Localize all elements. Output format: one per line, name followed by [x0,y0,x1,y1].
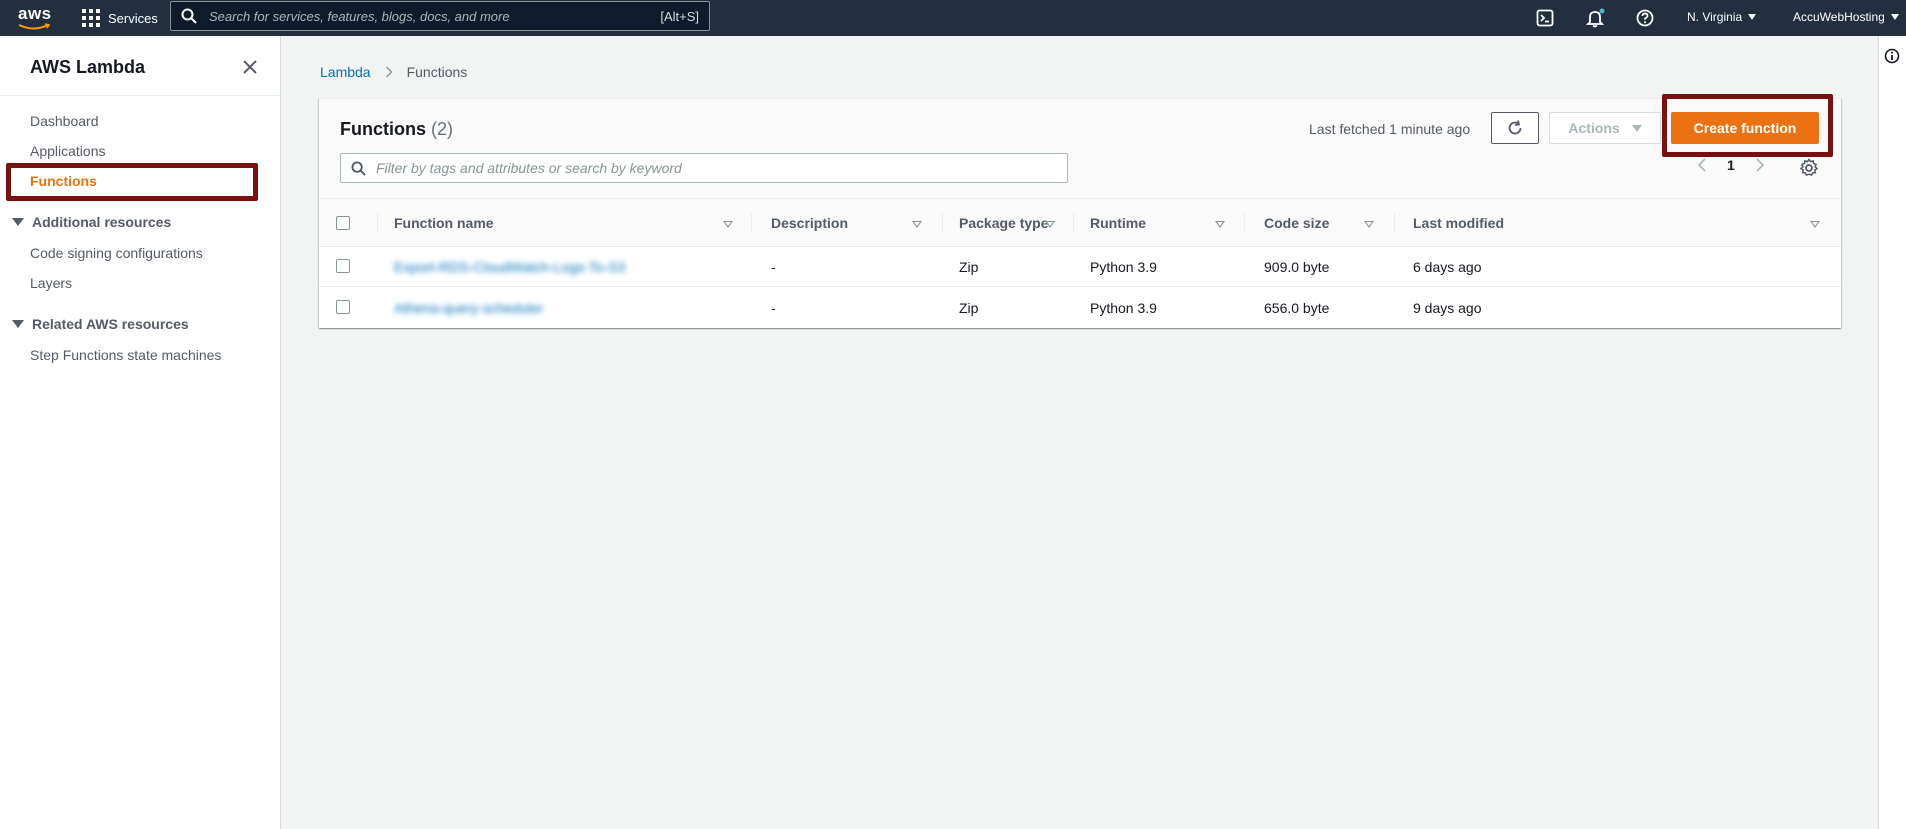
region-selector[interactable]: N. Virginia [1687,0,1757,33]
refresh-icon [1508,120,1522,135]
table-row[interactable]: Athena-query-scheduler - Zip Python 3.9 … [319,288,1841,328]
search-icon [181,8,197,24]
sort-icon[interactable] [1215,221,1225,228]
caret-down-icon [12,218,24,226]
account-menu[interactable]: AccuWebHosting [1793,0,1899,33]
page-title-text: Functions [340,119,426,139]
cloudshell-icon[interactable] [1533,6,1557,30]
chevron-right-icon[interactable] [1755,158,1765,172]
breadcrumb: Lambda Functions [320,64,467,80]
last-modified-cell: 6 days ago [1413,259,1482,275]
runtime-cell: Python 3.9 [1090,300,1157,316]
refresh-button[interactable] [1491,112,1539,144]
column-header-function-name[interactable]: Function name [394,199,494,247]
caret-down-icon [12,320,24,328]
sort-icon[interactable] [912,221,922,228]
filter-placeholder: Filter by tags and attributes or search … [376,160,682,176]
actions-label: Actions [1568,120,1620,136]
sort-icon[interactable] [723,221,733,228]
help-icon[interactable] [1633,6,1657,30]
services-menu-button[interactable]: Services [82,0,158,36]
table-row[interactable]: Export-RDS-CloudWatch-Logs-To-S3 - Zip P… [319,247,1841,287]
sidebar-item-applications[interactable]: Applications [30,143,106,159]
column-separator [1073,213,1074,233]
caret-down-icon [1631,124,1642,132]
function-name-link[interactable]: Athena-query-scheduler [394,300,543,316]
highlight-box-create-function [1662,94,1833,157]
sidebar-divider [0,95,280,96]
function-count: (2) [431,119,454,139]
bell-icon[interactable] [1583,6,1607,30]
column-header-code-size[interactable]: Code size [1264,199,1329,247]
search-shortcut: [Alt+S] [660,8,699,24]
panel-header: Functions (2) Last fetched 1 minute ago … [319,99,1841,199]
function-name-link[interactable]: Export-RDS-CloudWatch-Logs-To-S3 [394,259,625,275]
description-cell: - [771,300,776,316]
services-label: Services [108,10,158,26]
package-type-cell: Zip [959,259,979,275]
gear-icon[interactable] [1799,158,1819,178]
info-icon[interactable] [1884,48,1900,64]
aws-smile-icon [18,23,50,30]
row-checkbox[interactable] [336,300,350,314]
column-separator [942,213,943,233]
section-label: Related AWS resources [32,316,189,332]
caret-down-icon [1890,13,1899,20]
chevron-right-icon [385,66,393,78]
help-panel-strip [1878,36,1906,829]
search-placeholder: Search for services, features, blogs, do… [209,8,510,24]
section-label: Additional resources [32,214,172,230]
caret-down-icon [1748,13,1757,20]
section-additional-resources[interactable]: Additional resources [12,214,171,230]
top-navigation: aws Services Search for services, featur… [0,0,1906,36]
pagination: 1 [1697,157,1765,173]
actions-dropdown-button[interactable]: Actions [1549,112,1661,144]
sort-icon[interactable] [1364,221,1374,228]
code-size-cell: 656.0 byte [1264,300,1330,316]
highlight-box-functions [6,163,258,201]
column-header-description[interactable]: Description [771,199,848,247]
filter-input[interactable]: Filter by tags and attributes or search … [340,153,1068,183]
breadcrumb-lambda-link[interactable]: Lambda [320,64,371,80]
runtime-cell: Python 3.9 [1090,259,1157,275]
sidebar-item-layers[interactable]: Layers [30,275,72,291]
sidebar-item-dashboard[interactable]: Dashboard [30,113,99,129]
sort-icon[interactable] [1810,221,1820,228]
chevron-left-icon[interactable] [1697,158,1707,172]
description-cell: - [771,259,776,275]
region-label: N. Virginia [1687,9,1743,24]
aws-logo-text: aws [18,4,52,23]
aws-logo[interactable]: aws [16,4,52,32]
grid-icon [82,9,100,27]
column-header-last-modified[interactable]: Last modified [1413,199,1504,247]
section-related-aws-resources[interactable]: Related AWS resources [12,316,189,332]
select-all-checkbox[interactable] [336,216,350,230]
page-title: Functions (2) [340,119,453,140]
sidebar-item-code-signing[interactable]: Code signing configurations [30,245,203,261]
row-checkbox[interactable] [336,259,350,273]
column-separator [1394,213,1395,233]
sort-icon[interactable] [1045,221,1055,228]
sidebar-title: AWS Lambda [30,57,146,77]
column-separator [377,213,378,233]
column-header-package-type[interactable]: Package type [959,199,1049,247]
search-icon [351,160,366,176]
column-separator [1244,213,1245,233]
breadcrumb-current: Functions [406,64,468,80]
last-modified-cell: 9 days ago [1413,300,1482,316]
sidebar-item-step-functions[interactable]: Step Functions state machines [30,347,221,363]
side-navigation: AWS Lambda Dashboard Applications Functi… [0,36,281,829]
table-header: Function name Description Package type R… [319,199,1841,247]
code-size-cell: 909.0 byte [1264,259,1330,275]
column-separator [751,213,752,233]
package-type-cell: Zip [959,300,979,316]
close-icon[interactable] [241,58,259,76]
last-fetched-text: Last fetched 1 minute ago [1309,121,1471,137]
column-header-runtime[interactable]: Runtime [1090,199,1146,247]
functions-table-container: Functions (2) Last fetched 1 minute ago … [319,98,1841,328]
page-number[interactable]: 1 [1727,157,1735,173]
account-label: AccuWebHosting [1793,9,1885,24]
global-search-input[interactable]: Search for services, features, blogs, do… [170,1,710,31]
